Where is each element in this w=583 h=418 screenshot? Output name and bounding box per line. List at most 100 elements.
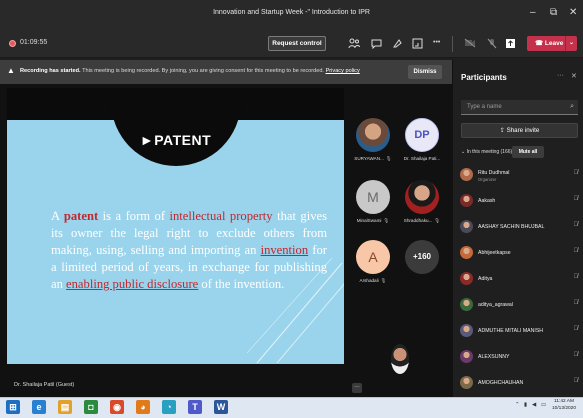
warning-icon: ▲ [7, 66, 15, 75]
share-invite-label: Share invite [506, 127, 540, 134]
reactions-icon[interactable] [392, 38, 403, 51]
phone-icon: ☎ [535, 40, 545, 47]
self-view-video [391, 344, 409, 374]
privacy-policy-link[interactable]: Privacy policy [326, 68, 360, 74]
participant-tile[interactable]: DP Dr. Shailaja Pati... [398, 118, 446, 161]
toolbar-divider [452, 36, 453, 52]
avatar: A [356, 240, 390, 274]
ie-icon[interactable]: e [32, 400, 46, 414]
avatar [460, 272, 473, 285]
search-placeholder: Type a name [467, 104, 502, 110]
avatar [460, 194, 473, 207]
meeting-timer: 01:09:55 [20, 39, 48, 46]
participant-row[interactable]: Aditya 🎙̸ [460, 270, 578, 288]
participant-row[interactable]: aditya_agrawal 🎙̸ [460, 296, 578, 314]
slide-term-invention: invention [260, 243, 309, 257]
mic-off-icon: 🎙̸ [573, 170, 579, 176]
people-icon[interactable] [348, 38, 360, 51]
recording-banner: ▲ Recording has started. This meeting is… [0, 60, 452, 84]
participant-search-input[interactable]: Type a name ⌕ [461, 100, 578, 115]
teams-icon[interactable]: T [188, 400, 202, 414]
slide-header-shape [111, 88, 241, 166]
mic-off-icon[interactable] [487, 38, 497, 51]
mic-off-icon: 🎙̸ [573, 352, 579, 358]
tray-chevron-icon[interactable]: ⌃ [515, 402, 520, 408]
participant-tile[interactable]: M MinalSwami 🎙 [349, 180, 397, 224]
network-icon[interactable]: ▮ [524, 402, 527, 408]
participant-row[interactable]: Aakash 🎙̸ [460, 192, 578, 210]
panel-close-icon[interactable]: ✕ [571, 72, 577, 80]
battery-icon[interactable]: ▭ [541, 402, 546, 408]
avatar [460, 324, 473, 337]
share-screen-icon[interactable] [505, 38, 516, 51]
mic-off-icon: 🎙̸ [573, 300, 579, 306]
participant-row[interactable]: ALEXSUNNY 🎙̸ [460, 348, 578, 366]
in-meeting-label: In this meeting (166) [466, 149, 513, 155]
edge-icon[interactable]: ◔ [162, 400, 176, 414]
maximize-icon[interactable]: ⧉ [550, 7, 557, 18]
clock-time: 11:42 AM [554, 399, 574, 404]
more-icon[interactable]: ••• [433, 38, 440, 48]
chat-icon[interactable] [371, 38, 382, 51]
more-participants-tile[interactable]: +160 [398, 240, 446, 274]
tile-name: SURYAWAN... [354, 156, 384, 161]
chrome-icon[interactable]: ◉ [110, 400, 124, 414]
participant-tile[interactable]: SURYAWAN... 🎙 [349, 118, 397, 162]
leave-label: Leave [544, 40, 564, 47]
title-bar: Innovation and Startup Week -" Introduct… [0, 0, 583, 30]
volume-icon[interactable]: ◀ [532, 402, 536, 408]
participant-name: Aakash [478, 198, 496, 204]
participant-tile[interactable]: A Arshadali 🎙 [349, 240, 397, 284]
close-icon[interactable]: ✕ [569, 7, 577, 18]
firefox-icon[interactable]: ◕ [136, 400, 150, 414]
participant-row[interactable]: AASHAY SACHIN BHUJBAL 🎙̸ [460, 218, 578, 236]
participant-row[interactable]: ADMUTHE MITALI MANISH 🎙̸ [460, 322, 578, 340]
shared-slide: ►PATENT A patent is a form of intellectu… [7, 88, 344, 364]
mic-off-icon: 🎙̸ [573, 274, 579, 280]
avatar [405, 180, 439, 214]
tile-name: Dr. Shailaja Pati... [403, 156, 441, 161]
camera-off-icon[interactable] [464, 38, 476, 50]
tile-name: Shraddhaku... [403, 218, 433, 223]
folder-icon[interactable]: ▤ [58, 400, 72, 414]
rooms-icon[interactable] [412, 38, 423, 51]
minimize-icon[interactable]: – [530, 7, 536, 18]
participant-name: ADMUTHE MITALI MANISH [478, 328, 544, 334]
slide-text: A [51, 209, 64, 223]
dismiss-button[interactable]: Dismiss [408, 65, 442, 79]
participant-row[interactable]: Abhijeetkapse 🎙̸ [460, 244, 578, 262]
participant-tile[interactable]: Shraddhaku... 🎙 [398, 180, 446, 224]
chevron-down-icon[interactable]: ⌄ [565, 36, 577, 51]
banner-bold-text: Recording has started. [20, 68, 81, 74]
slide-term-patent: patent [63, 209, 99, 223]
start-icon[interactable]: ⊞ [6, 400, 20, 414]
avatar [460, 376, 473, 389]
taskbar-clock[interactable]: 11:42 AM 10/13/2020 [552, 399, 576, 412]
store-icon[interactable]: ◘ [84, 400, 98, 414]
leave-button[interactable]: ☎ Leave ⌄ [527, 36, 577, 51]
search-icon: ⌕ [570, 103, 574, 110]
in-meeting-header[interactable]: ⌄ In this meeting (166) [461, 149, 512, 155]
panel-more-icon[interactable]: ··· [557, 72, 564, 79]
more-count: +160 [405, 240, 439, 274]
tile-name: Arshadali [359, 278, 379, 283]
banner-text: This meeting is being recorded. By joini… [80, 68, 324, 74]
participant-name: AASHAY SACHIN BHUJBAL [478, 224, 545, 230]
slide-term-ip: intellectual property [169, 209, 273, 223]
banner-message: Recording has started. This meeting is b… [20, 68, 360, 74]
request-control-button[interactable]: Request control [268, 36, 326, 51]
avatar [460, 350, 473, 363]
mic-off-icon: 🎙̸ [573, 196, 579, 202]
meeting-toolbar: 01:09:55 Request control ••• ☎ Leave ⌄ [0, 30, 583, 58]
presenter-label: Dr. Shailaja Patil (Guest) [14, 382, 75, 388]
word-icon[interactable]: W [214, 400, 228, 414]
participant-row[interactable]: Ritu Dudhmal Organizer 🎙̸ [460, 166, 578, 184]
participant-row[interactable]: AMOGHCHAUHAN 🎙̸ [460, 374, 578, 392]
participant-role: Organizer [478, 177, 497, 182]
mic-icon: 🎙 [383, 218, 390, 223]
avatar [460, 298, 473, 311]
mute-all-button[interactable]: Mute all [512, 146, 544, 158]
share-invite-button[interactable]: ⇪ Share invite [461, 123, 578, 138]
stage-more-icon[interactable]: … [352, 383, 362, 393]
avatar [356, 118, 390, 152]
